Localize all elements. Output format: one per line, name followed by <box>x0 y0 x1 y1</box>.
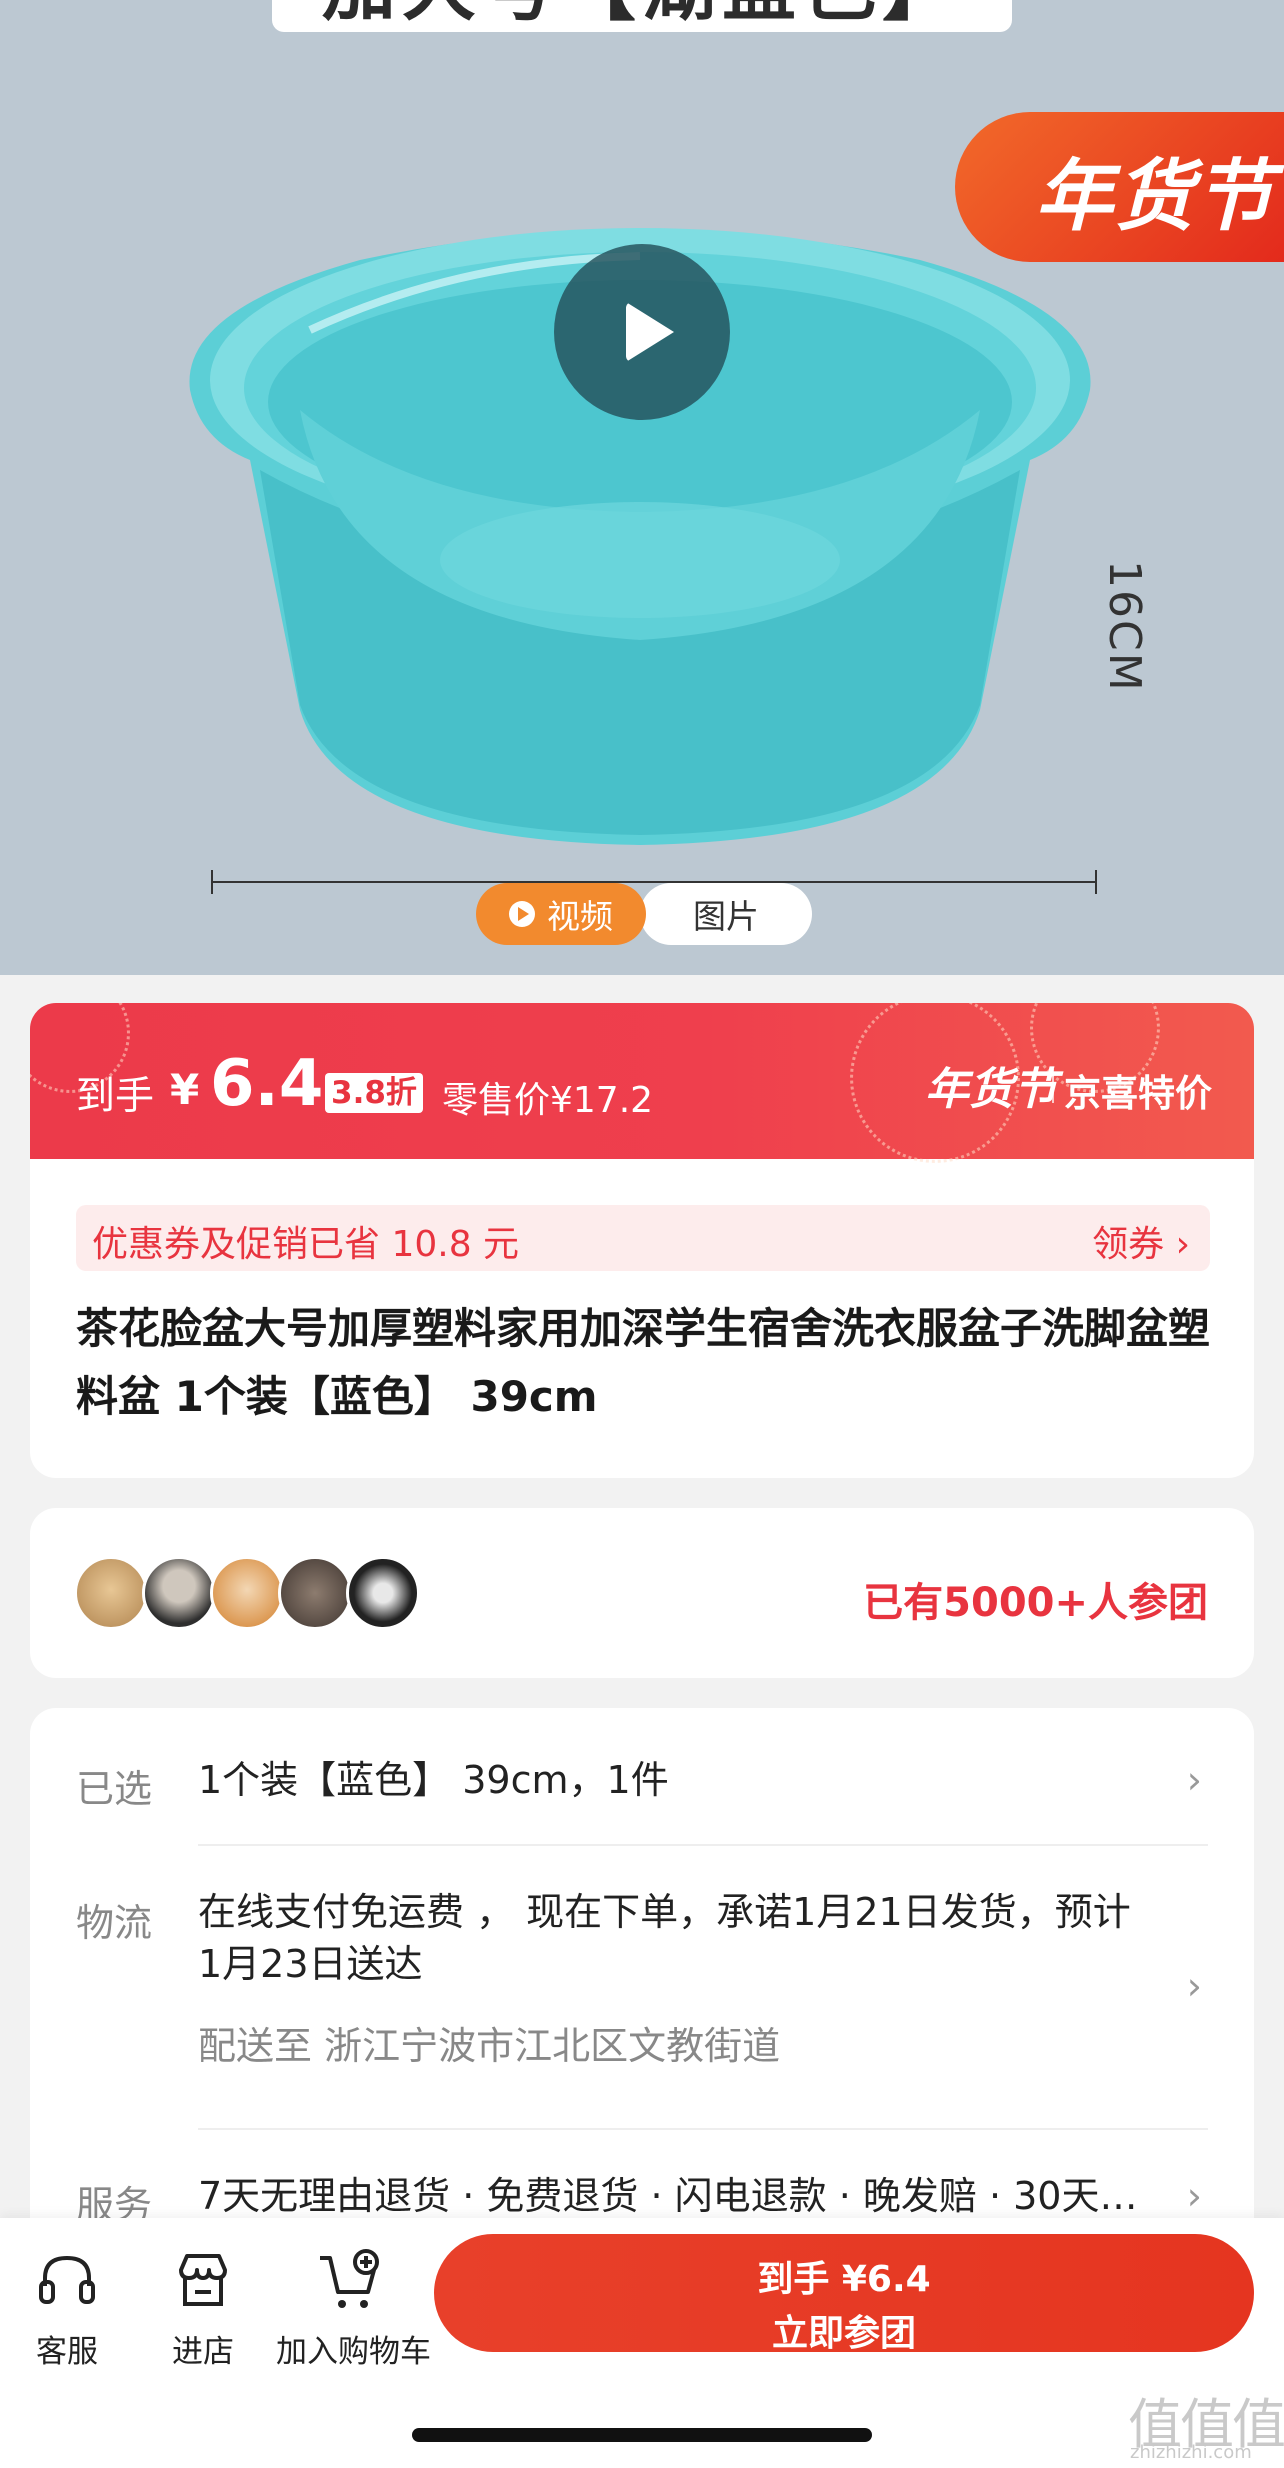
photo-tab[interactable]: 图片 <box>640 883 812 945</box>
selected-value: 1个装【蓝色】 39cm，1件 <box>198 1758 669 1802</box>
service-value: 7天无理由退货 · 免费退货 · 闪电退款 · 晚发赔 · 30天价保 <box>198 2174 1152 2218</box>
gallery-title-chip: 加大号【湖蓝色】 <box>272 0 1012 32</box>
retail-price: 零售价¥17.2 <box>442 1080 654 1121</box>
join-group-button[interactable]: 到手 ¥6.4 立即参团 <box>434 2234 1254 2354</box>
avatar <box>142 1556 216 1630</box>
home-indicator <box>412 2428 872 2442</box>
chevron-right-icon: › <box>1186 2174 1202 2218</box>
chevron-right-icon: › <box>1186 1964 1202 2008</box>
participant-avatars <box>74 1556 420 1630</box>
selected-spec-row[interactable]: 已选 1个装【蓝色】 39cm，1件 › <box>76 1758 1208 1818</box>
avatar <box>74 1556 148 1630</box>
group-buy-card[interactable]: 已有5000+人参团 <box>30 1508 1254 1678</box>
store-label: 进店 <box>172 2334 234 2370</box>
avatar <box>346 1556 420 1630</box>
play-icon <box>509 901 535 927</box>
avatar <box>278 1556 352 1630</box>
festival-badge-text: 年货节 <box>1035 151 1276 242</box>
selected-label: 已选 <box>76 1767 153 1811</box>
price-amount: 6.4 <box>210 1047 324 1121</box>
headset-icon <box>39 2255 95 2304</box>
customer-service-label: 客服 <box>36 2334 98 2370</box>
add-to-cart-button[interactable]: 加入购物车 <box>276 2248 431 2371</box>
video-tab[interactable]: 视频 <box>476 883 646 945</box>
height-dimension-label: 16CM <box>1099 560 1150 693</box>
product-gallery[interactable]: 加大号【湖蓝色】 16CM 年货节 视频 图片 <box>0 0 1284 975</box>
video-tab-label: 视频 <box>547 897 613 936</box>
divider <box>198 1844 1208 1846</box>
divider <box>198 2128 1208 2130</box>
add-to-cart-label: 加入购物车 <box>276 2334 431 2370</box>
group-participant-count: 已有5000+人参团 <box>863 1580 1208 1626</box>
logistics-value: 在线支付免运费 ， 现在下单，承诺1月21日发货，预计1月23日送达 <box>198 1890 1131 1986</box>
delivery-address: 配送至 浙江宁波市江北区文教街道 <box>198 2024 781 2068</box>
store-button[interactable]: 进店 <box>162 2248 244 2371</box>
price-banner: 到手 ¥ 6.4 3.8折 零售价¥17.2 年货节 京喜特价 <box>30 1003 1254 1163</box>
get-coupon-link[interactable]: 领券 › <box>1092 1215 1190 1267</box>
price-currency: ¥ <box>170 1065 200 1114</box>
cta-price: 到手 ¥6.4 <box>757 2259 931 2300</box>
festival-logo: 年货节 <box>925 1064 1057 1115</box>
discount-badge: 3.8折 <box>325 1073 423 1113</box>
banner-divider <box>1052 1069 1054 1103</box>
logistics-label: 物流 <box>76 1901 153 1945</box>
coupon-bar[interactable]: 优惠券及促销已省 10.8 元 领券 › <box>76 1205 1210 1271</box>
cart-add-icon <box>320 2249 379 2308</box>
price-card: 到手 ¥ 6.4 3.8折 零售价¥17.2 年货节 京喜特价 优惠券及促销已省… <box>30 1003 1254 1478</box>
store-icon <box>179 2254 227 2306</box>
festival-badge: 年货节 <box>955 112 1284 262</box>
product-title: 茶花脸盆大号加厚塑料家用加深学生宿舍洗衣服盆子洗脚盆塑料盆 1个装【蓝色】 39… <box>76 1304 1211 1421</box>
cta-label: 立即参团 <box>771 2313 916 2354</box>
gallery-title-text: 加大号【湖蓝色】 <box>272 0 1012 32</box>
special-price-badge: 京喜特价 <box>1064 1072 1212 1115</box>
photo-tab-label: 图片 <box>693 897 759 936</box>
avatar <box>210 1556 284 1630</box>
watermark-url: zhizhizhi.com <box>1130 2442 1252 2463</box>
price-label: 到手 <box>76 1074 155 1119</box>
chevron-right-icon: › <box>1186 1758 1202 1802</box>
coupon-savings-text: 优惠券及促销已省 10.8 元 <box>92 1224 520 1265</box>
play-video-button[interactable] <box>554 244 730 420</box>
logistics-row[interactable]: 物流 在线支付免运费 ， 现在下单，承诺1月21日发货，预计1月23日送达 配送… <box>76 1890 1208 2092</box>
customer-service-button[interactable]: 客服 <box>26 2248 108 2371</box>
media-toggle: 视频 图片 <box>476 883 812 945</box>
